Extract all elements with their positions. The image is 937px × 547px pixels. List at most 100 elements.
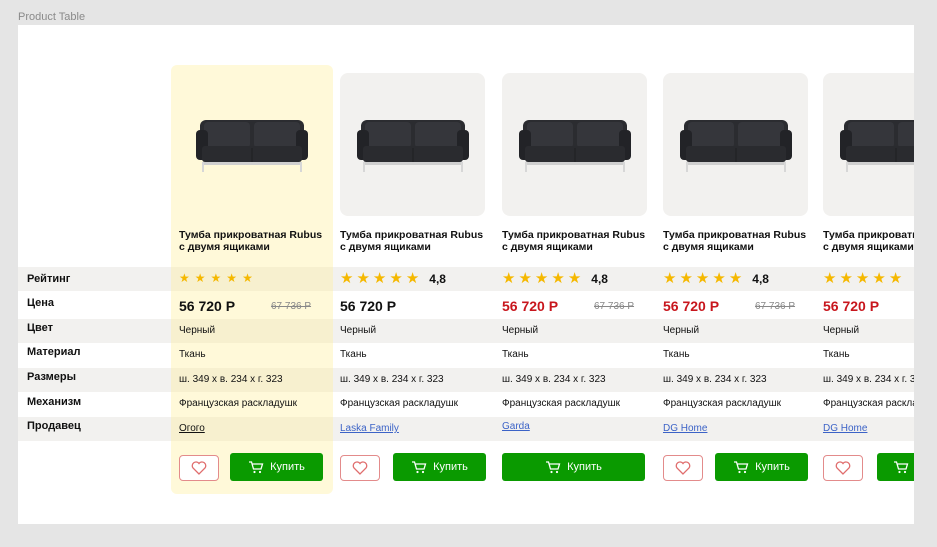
size-value: ш. 349 х в. 234 х г. 323: [502, 374, 606, 385]
price: 56 720 Р: [340, 298, 397, 314]
star-icon: ★: [389, 270, 403, 287]
product-title[interactable]: Тумба прикроватная Rubus с двумя ящиками: [502, 229, 652, 253]
seller-link[interactable]: Огого: [179, 423, 205, 434]
sofa-image: [196, 120, 308, 172]
sofa-image: [519, 120, 631, 172]
star-icon: ★: [340, 270, 354, 287]
product-title[interactable]: Тумба прикроватная Rubus с двумя ящиками: [179, 229, 329, 253]
rating-value: 4,8: [591, 271, 608, 286]
color-value: Черный: [663, 325, 700, 336]
seller-link[interactable]: Garda: [502, 421, 530, 432]
size-value: ш. 349 х в. 234 х г. 323: [663, 374, 767, 385]
rating-stars: ★ ★ ★ ★ ★: [179, 271, 265, 286]
star-icon: ★: [695, 270, 710, 287]
mechanism-value: Французская раскладушк: [663, 398, 782, 409]
color-value: Черный: [340, 325, 377, 336]
cart-icon: [249, 461, 264, 474]
heart-icon: [191, 461, 207, 475]
heart-icon: [675, 461, 691, 475]
heart-icon: [352, 461, 368, 475]
seller-link[interactable]: Laska Family: [340, 423, 399, 434]
price: 56 720 Р: [502, 298, 559, 314]
favorite-button[interactable]: [663, 455, 703, 481]
star-icon: ★: [888, 270, 903, 287]
buy-button[interactable]: Купить: [393, 453, 486, 481]
product-title[interactable]: Тумба прикроватная Rubus с двумя ящиками: [823, 229, 914, 253]
price: 56 720 Р: [179, 298, 236, 314]
product-column: Тумба прикроватная Rubus с двумя ящиками…: [823, 25, 914, 524]
rating-value: 4,8: [752, 271, 769, 286]
row-label-color: Цвет: [27, 322, 54, 334]
mechanism-value: Французская раскладушк: [340, 398, 459, 409]
product-image[interactable]: [663, 73, 808, 216]
old-price: 67 736 Р: [594, 301, 635, 312]
buy-button[interactable]: Купить: [502, 453, 645, 481]
favorite-button[interactable]: [179, 455, 219, 481]
cart-icon: [546, 461, 561, 474]
buy-button-label: Купить: [270, 461, 305, 473]
star-icon: ★: [823, 270, 837, 287]
star-icon: ★: [712, 270, 726, 287]
product-column: Тумба прикроватная Rubus с двумя ящиками…: [179, 25, 339, 524]
old-price: 67 736 Р: [271, 301, 312, 312]
price: 56 720 Р: [823, 298, 880, 314]
star-icon: ★: [663, 270, 677, 287]
seller-link[interactable]: DG Home: [663, 423, 707, 434]
rating-stars: ★ ★ ★ ★ ★ 4,8: [502, 271, 608, 286]
size-value: ш. 349 х в. 234 х г. 323: [823, 374, 914, 385]
star-icon: ★: [567, 270, 582, 287]
row-label-rating: Рейтинг: [27, 273, 71, 285]
favorite-button[interactable]: [823, 455, 863, 481]
star-icon: ★: [502, 270, 516, 287]
buy-button[interactable]: Купить: [715, 453, 808, 481]
star-icon: ★: [226, 271, 238, 285]
row-label-price: Цена: [27, 297, 55, 309]
material-value: Ткань: [663, 349, 690, 360]
product-image[interactable]: [179, 73, 324, 216]
sofa-image: [840, 120, 914, 172]
star-icon: ★: [194, 271, 206, 285]
star-icon: ★: [242, 271, 253, 285]
rating-stars: ★ ★ ★ ★ ★ 4,8: [340, 271, 446, 286]
star-icon: ★: [179, 271, 190, 285]
old-price: 67 736 Р: [755, 301, 796, 312]
product-image[interactable]: [340, 73, 485, 216]
seller-link[interactable]: DG Home: [823, 423, 867, 434]
product-column: Тумба прикроватная Rubus с двумя ящиками…: [340, 25, 500, 524]
star-icon: ★: [872, 270, 886, 287]
rating-stars: ★ ★ ★ ★ ★ 4,8: [663, 271, 769, 286]
star-icon: ★: [405, 270, 420, 287]
product-column: Тумба прикроватная Rubus с двумя ящиками…: [663, 25, 823, 524]
product-image[interactable]: [502, 73, 647, 216]
mechanism-value: Французская раскладушк: [502, 398, 621, 409]
rating-value: 4,8: [429, 271, 446, 286]
rating-stars: ★ ★ ★ ★ ★: [823, 271, 905, 286]
row-label-size: Размеры: [27, 371, 77, 383]
product-table: Рейтинг Цена Цвет Материал Размеры Механ…: [18, 25, 914, 524]
buy-button-label: Купить: [433, 461, 468, 473]
sofa-image: [680, 120, 792, 172]
buy-button[interactable]: [877, 453, 914, 481]
color-value: Черный: [502, 325, 539, 336]
star-icon: ★: [518, 270, 532, 287]
star-icon: ★: [534, 270, 549, 287]
frame-title: Product Table: [18, 11, 86, 23]
favorite-button[interactable]: [340, 455, 380, 481]
star-icon: ★: [728, 270, 743, 287]
product-title[interactable]: Тумба прикроватная Rubus с двумя ящиками: [663, 229, 813, 253]
material-value: Ткань: [340, 349, 367, 360]
size-value: ш. 349 х в. 234 х г. 323: [340, 374, 444, 385]
size-value: ш. 349 х в. 234 х г. 323: [179, 374, 283, 385]
product-image[interactable]: [823, 73, 914, 216]
buy-button[interactable]: Купить: [230, 453, 323, 481]
product-title[interactable]: Тумба прикроватная Rubus с двумя ящиками: [340, 229, 490, 253]
material-value: Ткань: [179, 349, 206, 360]
row-label-material: Материал: [27, 346, 81, 358]
star-icon: ★: [372, 270, 387, 287]
material-value: Ткань: [502, 349, 529, 360]
mechanism-value: Французская раскладушк: [823, 398, 914, 409]
product-column: Тумба прикроватная Rubus с двумя ящиками…: [502, 25, 662, 524]
cart-icon: [734, 461, 749, 474]
star-icon: ★: [679, 270, 693, 287]
row-label-seller: Продавец: [27, 420, 81, 432]
